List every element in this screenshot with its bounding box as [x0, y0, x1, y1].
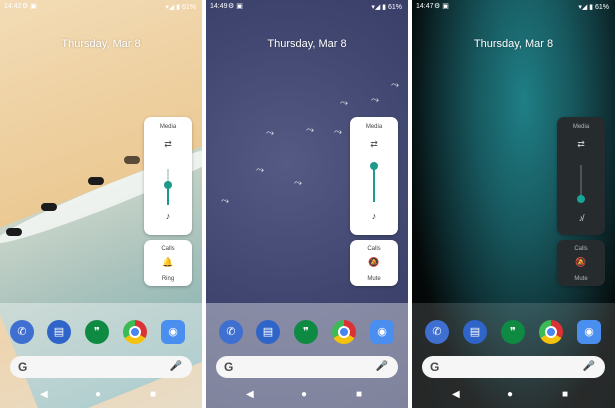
- chrome-app-icon[interactable]: [539, 320, 563, 344]
- google-search-bar[interactable]: G 🎤: [10, 356, 192, 378]
- media-volume-thumb[interactable]: [164, 181, 172, 189]
- calls-volume-label: Calls: [367, 246, 381, 252]
- camel: [41, 203, 57, 211]
- status-time: 14:49: [210, 3, 228, 10]
- bird: ⤳: [256, 165, 264, 176]
- google-search-bar[interactable]: G 🎤: [422, 356, 605, 378]
- battery-percent: 61%: [594, 4, 609, 11]
- media-volume-label: Media: [572, 124, 590, 130]
- hangouts-app-icon[interactable]: ❞: [85, 320, 109, 344]
- media-volume-fill: [373, 166, 375, 202]
- music-note-icon[interactable]: ♪: [144, 211, 192, 221]
- phone-screen-2: ⤳ ⤳ ⤳ ⤳ ⤳ ⤳ ⤳ ⤳ ⤳ 14:49 ⚙ ▣ ▾◢ ▮ 61% Thu…: [206, 0, 408, 408]
- media-volume-panel: Media ⇄ ♪: [350, 117, 398, 235]
- media-volume-thumb[interactable]: [370, 162, 378, 170]
- media-volume-label: Media: [159, 124, 177, 130]
- phone-app-icon[interactable]: ✆: [219, 320, 243, 344]
- status-battery: ▾◢ ▮ 61%: [578, 4, 609, 11]
- hangouts-app-icon[interactable]: ❞: [501, 320, 525, 344]
- lockscreen-date: Thursday, Mar 8: [267, 38, 347, 50]
- recents-icon[interactable]: ■: [356, 389, 362, 400]
- google-search-bar[interactable]: G 🎤: [216, 356, 398, 378]
- home-icon[interactable]: ●: [301, 389, 307, 400]
- media-volume-panel: Media ⇄ ♪̸: [557, 117, 605, 235]
- chrome-app-icon[interactable]: [123, 320, 147, 344]
- media-volume-panel: Media ⇄ ♪: [144, 117, 192, 235]
- back-icon[interactable]: ◀: [40, 389, 48, 400]
- phone-screen-1: 14:42 ⚙ ▣ ▾◢ ▮ 61% Thursday, Mar 8 Media…: [0, 0, 202, 408]
- calls-volume-panel: Calls 🔔 Ring: [144, 240, 192, 286]
- status-battery: ▾◢ ▮ 61%: [165, 4, 196, 11]
- calls-volume-panel: Calls 🔕 Mute: [557, 240, 605, 286]
- phone-screen-3: 14:47 ⚙ ▣ ▾◢ ▮ 61% Thursday, Mar 8 Media…: [412, 0, 615, 408]
- google-g-icon: G: [18, 360, 28, 374]
- bird: ⤳: [221, 196, 229, 207]
- battery-percent: 61%: [387, 4, 402, 11]
- output-switch-icon[interactable]: ⇄: [557, 139, 605, 150]
- nav-bar: ◀ ● ■: [206, 386, 408, 408]
- camel: [88, 177, 104, 185]
- back-icon[interactable]: ◀: [246, 389, 254, 400]
- music-off-icon[interactable]: ♪̸: [557, 213, 605, 223]
- bird: ⤳: [306, 125, 314, 136]
- recents-icon[interactable]: ■: [150, 389, 156, 400]
- messages-app-icon[interactable]: ▤: [256, 320, 280, 344]
- lockscreen-date: Thursday, Mar 8: [61, 38, 141, 50]
- settings-icon: ⚙ ▣: [434, 3, 449, 10]
- mic-icon[interactable]: 🎤: [583, 361, 595, 372]
- bird: ⤳: [391, 80, 399, 91]
- bell-off-icon[interactable]: 🔕: [350, 257, 398, 268]
- camel: [124, 156, 140, 164]
- battery-percent: 61%: [181, 4, 196, 11]
- calls-volume-label: Calls: [574, 246, 588, 252]
- output-switch-icon[interactable]: ⇄: [350, 139, 398, 150]
- calls-volume-label: Calls: [161, 246, 175, 252]
- chrome-app-icon[interactable]: [332, 320, 356, 344]
- status-time: 14:47: [416, 3, 434, 10]
- messages-app-icon[interactable]: ▤: [463, 320, 487, 344]
- bird: ⤳: [294, 178, 302, 189]
- bird: ⤳: [266, 128, 274, 139]
- camel: [6, 228, 22, 236]
- google-g-icon: G: [224, 360, 234, 374]
- nav-bar: ◀ ● ■: [0, 386, 202, 408]
- status-time: 14:42: [4, 3, 22, 10]
- messages-app-icon[interactable]: ▤: [47, 320, 71, 344]
- hangouts-app-icon[interactable]: ❞: [294, 320, 318, 344]
- output-switch-icon[interactable]: ⇄: [144, 139, 192, 150]
- status-battery: ▾◢ ▮ 61%: [371, 4, 402, 11]
- google-g-icon: G: [430, 360, 440, 374]
- camera-app-icon[interactable]: ◉: [577, 320, 601, 344]
- nav-bar: ◀ ● ■: [412, 386, 615, 408]
- home-icon[interactable]: ●: [95, 389, 101, 400]
- bird: ⤳: [371, 95, 379, 106]
- bell-icon[interactable]: 🔔: [144, 257, 192, 268]
- lockscreen-date: Thursday, Mar 8: [473, 38, 554, 50]
- camera-app-icon[interactable]: ◉: [161, 320, 185, 344]
- bell-off-icon[interactable]: 🔕: [557, 257, 605, 268]
- ringer-mode-label: Ring: [161, 276, 175, 282]
- recents-icon[interactable]: ■: [562, 389, 568, 400]
- mic-icon[interactable]: 🎤: [376, 361, 388, 372]
- back-icon[interactable]: ◀: [452, 389, 460, 400]
- mic-icon[interactable]: 🎤: [170, 361, 182, 372]
- phone-app-icon[interactable]: ✆: [425, 320, 449, 344]
- phone-app-icon[interactable]: ✆: [10, 320, 34, 344]
- calls-volume-panel: Calls 🔕 Mute: [350, 240, 398, 286]
- media-volume-label: Media: [365, 124, 383, 130]
- ringer-mode-label: Mute: [367, 276, 381, 282]
- settings-icon: ⚙ ▣: [228, 3, 243, 10]
- status-bar: 14:47 ⚙ ▣ ▾◢ ▮ 61%: [412, 0, 615, 14]
- bird: ⤳: [340, 98, 348, 109]
- ringer-mode-label: Mute: [574, 276, 588, 282]
- status-bar: 14:42 ⚙ ▣ ▾◢ ▮ 61%: [0, 0, 202, 14]
- media-volume-thumb[interactable]: [577, 195, 585, 203]
- home-icon[interactable]: ●: [507, 389, 513, 400]
- status-bar: 14:49 ⚙ ▣ ▾◢ ▮ 61%: [206, 0, 408, 14]
- settings-icon: ⚙ ▣: [22, 3, 37, 10]
- bird: ⤳: [334, 127, 342, 138]
- music-note-icon[interactable]: ♪: [350, 211, 398, 221]
- camera-app-icon[interactable]: ◉: [370, 320, 394, 344]
